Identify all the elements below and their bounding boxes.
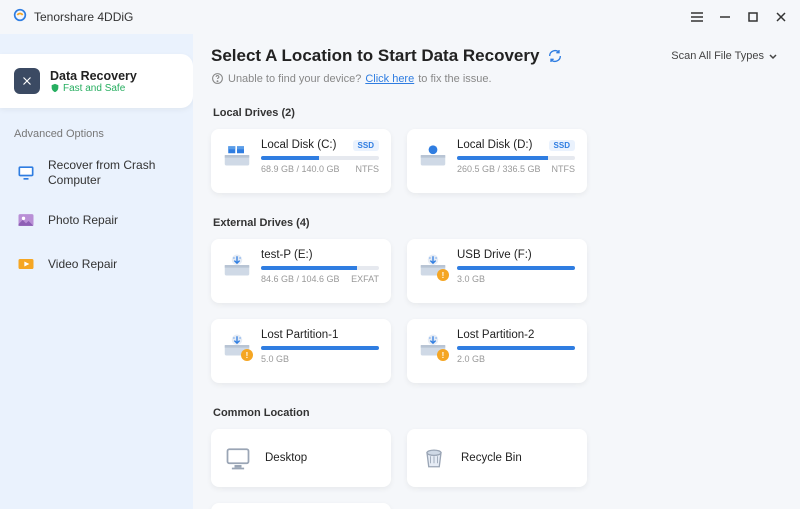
section-common-location: Common Location <box>213 407 778 419</box>
drive-fs: NTFS <box>356 164 380 174</box>
drive-usage: 68.9 GB / 140.0 GB <box>261 164 340 174</box>
monitor-icon <box>14 161 38 185</box>
video-icon <box>14 252 38 276</box>
location-label: Desktop <box>265 452 307 464</box>
hint-prefix: Unable to find your device? <box>228 73 361 85</box>
sidebar: Data Recovery Fast and Safe Advanced Opt… <box>0 34 193 509</box>
drive-name: Local Disk (C:) <box>261 139 336 151</box>
page-title: Select A Location to Start Data Recovery <box>211 46 539 66</box>
sidebar-main-sub: Fast and Safe <box>63 83 125 94</box>
drive-name: Local Disk (D:) <box>457 139 532 151</box>
photo-icon <box>14 208 38 232</box>
drive-usage: 84.6 GB / 104.6 GB <box>261 274 340 284</box>
shield-icon <box>50 83 60 93</box>
sidebar-item-photo-repair[interactable]: Photo Repair <box>0 198 193 242</box>
sidebar-main-label: Data Recovery <box>50 69 137 83</box>
warning-icon: ! <box>437 349 449 361</box>
drive-card[interactable]: Local Disk (C:) SSD 68.9 GB / 140.0 GB NTF… <box>211 129 391 193</box>
drive-icon <box>223 251 251 279</box>
sidebar-item-data-recovery[interactable]: Data Recovery Fast and Safe <box>0 54 193 108</box>
warning-icon: ! <box>241 349 253 361</box>
hint-link[interactable]: Click here <box>365 73 414 85</box>
drive-name: Lost Partition-1 <box>261 329 338 341</box>
drive-name: USB Drive (F:) <box>457 249 532 261</box>
ssd-badge: SSD <box>549 140 575 151</box>
scan-types-label: Scan All File Types <box>671 50 764 62</box>
drive-fs: NTFS <box>552 164 576 174</box>
question-icon <box>211 72 224 85</box>
sidebar-item-recover-crash[interactable]: Recover from Crash Computer <box>0 148 193 198</box>
sidebar-item-label: Photo Repair <box>48 213 118 228</box>
drive-fs: EXFAT <box>351 274 379 284</box>
location-card[interactable]: Desktop <box>211 429 391 487</box>
advanced-options-label: Advanced Options <box>0 108 193 148</box>
chevron-down-icon <box>768 51 778 61</box>
section-external-drives: External Drives (4) <box>213 217 778 229</box>
hamburger-icon[interactable] <box>690 10 704 24</box>
drive-usage: 260.5 GB / 336.5 GB <box>457 164 541 174</box>
location-card[interactable]: Recycle Bin <box>407 429 587 487</box>
drive-icon <box>419 141 447 169</box>
drive-icon: ! <box>223 331 251 359</box>
usage-bar <box>457 266 575 270</box>
drive-icon <box>223 141 251 169</box>
tools-icon <box>14 68 40 94</box>
usage-bar <box>261 346 379 350</box>
usage-bar <box>261 266 379 270</box>
drive-card[interactable]: ! Lost Partition-2 2.0 GB <box>407 319 587 383</box>
sidebar-item-video-repair[interactable]: Video Repair <box>0 242 193 286</box>
warning-icon: ! <box>437 269 449 281</box>
drive-usage: 3.0 GB <box>457 274 485 284</box>
sidebar-item-label: Video Repair <box>48 257 117 272</box>
location-card[interactable]: Select Folder <box>211 503 391 509</box>
sidebar-item-label: Recover from Crash Computer <box>48 158 168 188</box>
drive-card[interactable]: ! Lost Partition-1 5.0 GB <box>211 319 391 383</box>
scan-file-types-dropdown[interactable]: Scan All File Types <box>671 50 778 62</box>
device-hint: Unable to find your device? Click here t… <box>211 72 778 85</box>
drive-card[interactable]: ! USB Drive (F:) 3.0 GB <box>407 239 587 303</box>
drive-name: Lost Partition-2 <box>457 329 534 341</box>
usage-bar <box>457 156 575 160</box>
main-content: Select A Location to Start Data Recovery… <box>193 34 800 509</box>
title-bar: Tenorshare 4DDiG <box>0 0 800 34</box>
refresh-icon[interactable] <box>547 48 563 64</box>
usage-bar <box>457 346 575 350</box>
app-logo-icon <box>12 7 28 28</box>
drive-name: test-P (E:) <box>261 249 313 261</box>
drive-usage: 2.0 GB <box>457 354 485 364</box>
usage-bar <box>261 156 379 160</box>
desktop-icon <box>223 443 253 473</box>
bin-icon <box>419 443 449 473</box>
hint-suffix: to fix the issue. <box>418 73 491 85</box>
app-title: Tenorshare 4DDiG <box>34 10 133 24</box>
drive-card[interactable]: test-P (E:) 84.6 GB / 104.6 GB EXFAT <box>211 239 391 303</box>
section-local-drives: Local Drives (2) <box>213 107 778 119</box>
ssd-badge: SSD <box>353 140 379 151</box>
drive-card[interactable]: Local Disk (D:) SSD 260.5 GB / 336.5 GB NT… <box>407 129 587 193</box>
minimize-icon[interactable] <box>718 10 732 24</box>
drive-icon: ! <box>419 331 447 359</box>
close-icon[interactable] <box>774 10 788 24</box>
location-label: Recycle Bin <box>461 452 522 464</box>
drive-usage: 5.0 GB <box>261 354 289 364</box>
maximize-icon[interactable] <box>746 10 760 24</box>
drive-icon: ! <box>419 251 447 279</box>
